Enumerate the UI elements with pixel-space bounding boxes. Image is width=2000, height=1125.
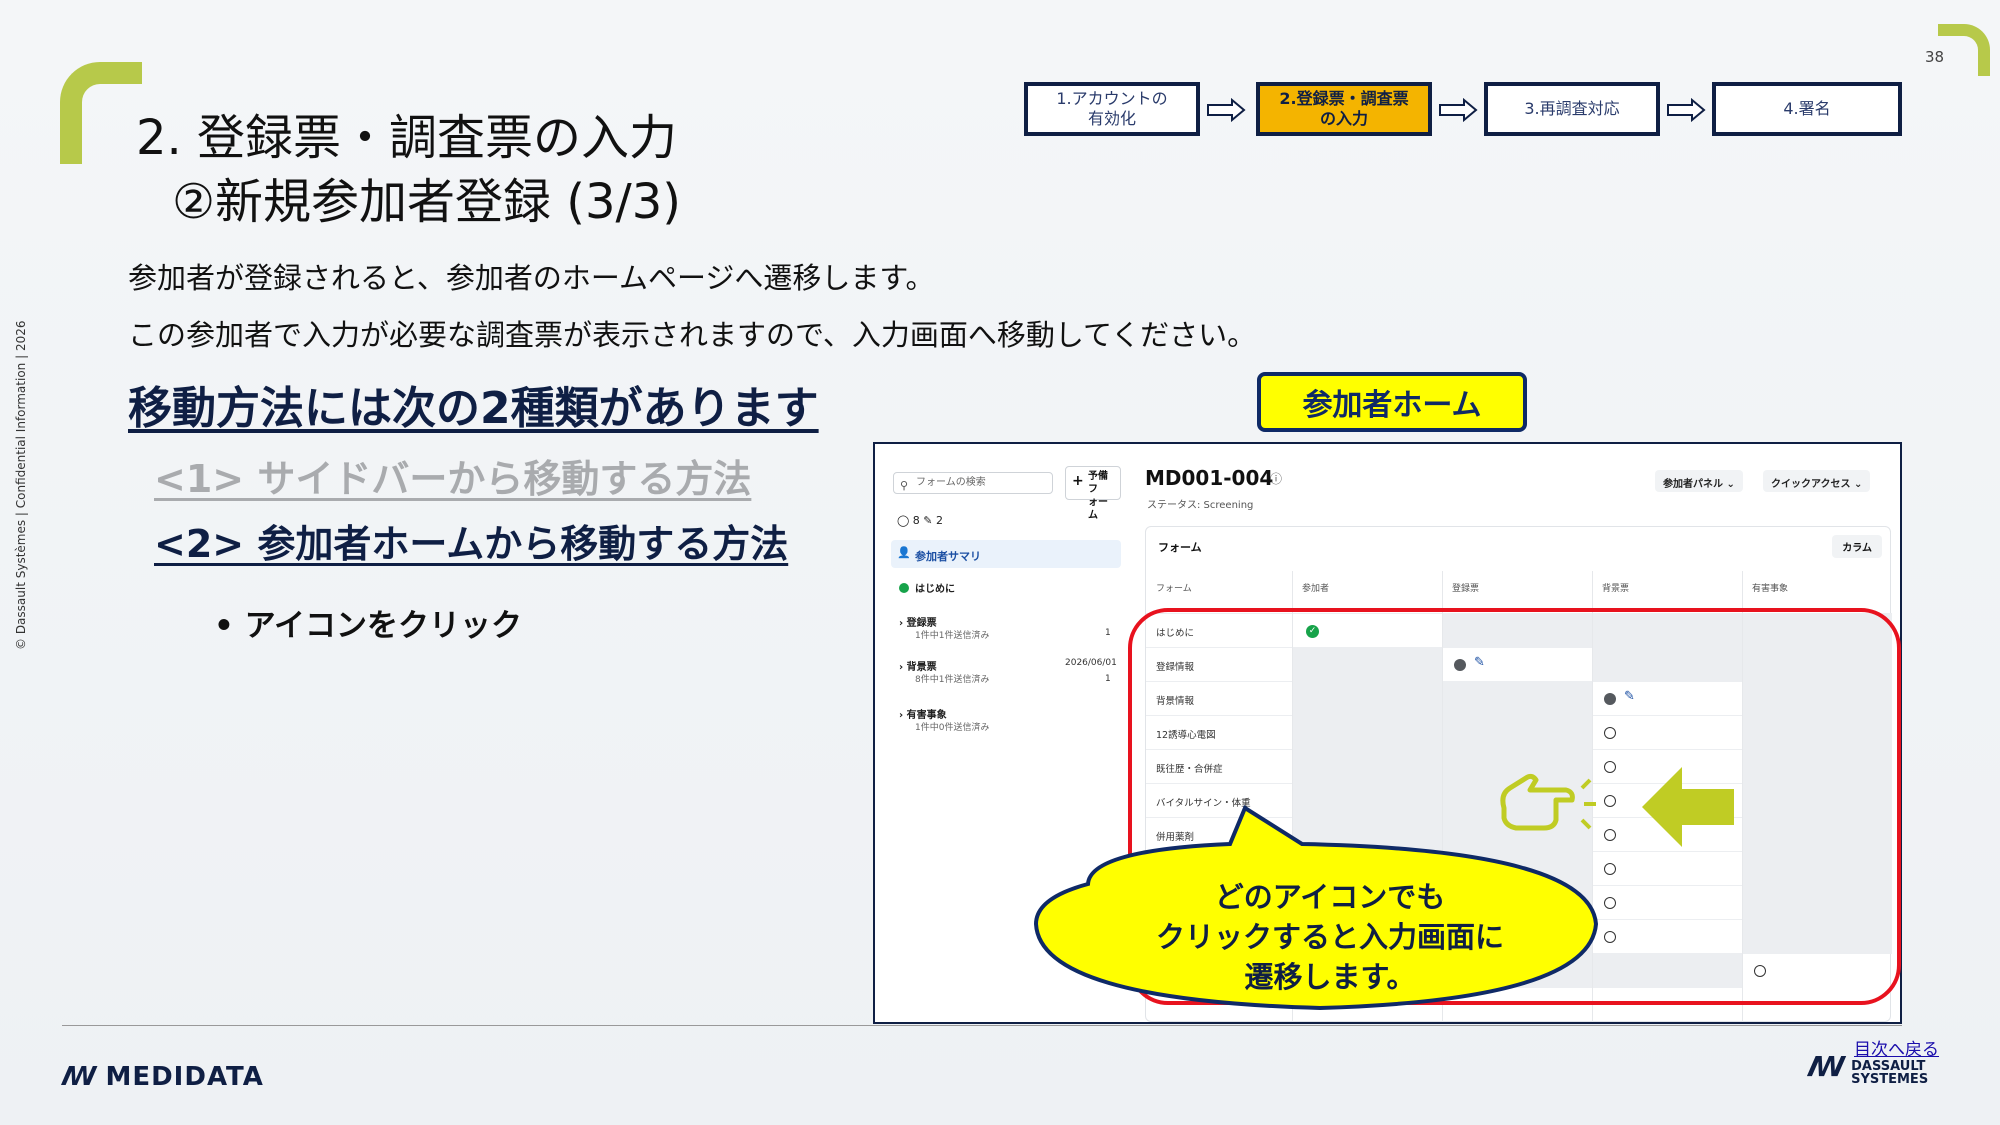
- participant-panel-button[interactable]: 参加者パネル ⌄: [1655, 470, 1743, 492]
- column-header: 参加者: [1302, 584, 1330, 594]
- search-icon: ⚲: [900, 479, 909, 492]
- sidebar-item-registration[interactable]: › 登録票: [899, 614, 937, 629]
- column-header: フォーム: [1156, 584, 1192, 594]
- column-header: 有害事象: [1752, 584, 1789, 594]
- ds-logo-icon: ꟿ: [62, 1062, 98, 1092]
- medidata-logo: ꟿ MEDIDATA: [62, 1062, 264, 1092]
- callout-text: どのアイコンでも クリックすると入力画面に 遷移します。: [1155, 880, 1504, 994]
- search-placeholder: フォームの検索: [916, 477, 986, 488]
- page-subtitle: ②新規参加者登録 (3/3): [172, 174, 681, 230]
- arrow-right-icon: [1667, 98, 1706, 122]
- ds-logo-icon: ꟿ: [1808, 1050, 1846, 1083]
- panel-title: フォーム: [1158, 541, 1202, 554]
- preliminary-form-button[interactable]: + 予備フ ォーム: [1065, 466, 1121, 521]
- logo-text: DASSAULT SYSTEMES: [1851, 1059, 1929, 1087]
- sidebar-item-subtext: 1件中1件送信済み: [915, 631, 990, 641]
- sidebar-item-subtext: 8件中1件送信済み: [915, 675, 990, 685]
- bullet-click-icon: • アイコンをクリック: [214, 608, 523, 644]
- sidebar-item-summary[interactable]: 👤 参加者サマリ: [891, 540, 1121, 568]
- method-2-link[interactable]: <2> 参加者ホームから移動する方法: [154, 513, 788, 568]
- page-title: 2. 登録票・調査票の入力: [136, 110, 678, 166]
- subject-id: MD001-004: [1145, 466, 1274, 490]
- body-text-1: 参加者が登録されると、参加者のホームページへ遷移します。: [128, 261, 935, 295]
- status-counts: ◯ 8 ✎ 2: [897, 514, 944, 527]
- sidebar-item-count: 1: [1105, 628, 1111, 638]
- method-1-link[interactable]: <1> サイドバーから移動する方法: [154, 448, 751, 503]
- footer-divider: [62, 1025, 1902, 1026]
- sidebar-item-intro[interactable]: はじめに: [899, 580, 955, 595]
- plus-icon: +: [1072, 473, 1084, 489]
- check-icon: [899, 583, 909, 593]
- sidebar-item-label: 参加者サマリ: [915, 550, 981, 563]
- sidebar-item-subtext: 1件中0件送信済み: [915, 723, 990, 733]
- sidebar-item-count: 1: [1105, 674, 1111, 684]
- info-icon: ⓘ: [1270, 472, 1283, 486]
- step-2-active: 2.登録票・調査票 の入力: [1256, 82, 1432, 136]
- sidebar-item-background[interactable]: › 背景票: [899, 658, 937, 673]
- sidebar-item-adverse-events[interactable]: › 有害事象: [899, 706, 947, 721]
- user-icon: 👤: [897, 546, 911, 559]
- corner-decoration: [1938, 24, 1990, 76]
- column-header: 登録票: [1452, 584, 1480, 594]
- participant-home-label: 参加者ホーム: [1257, 372, 1527, 432]
- step-1: 1.アカウントの 有効化: [1024, 82, 1200, 136]
- step-4: 4.署名: [1712, 82, 1902, 136]
- toc-back-link[interactable]: 目次へ戻る: [1854, 1035, 1939, 1060]
- preliminary-form-label: 予備フ ォーム: [1088, 471, 1108, 521]
- confidential-note: © Dassault Systèmes | Confidential Infor…: [14, 320, 28, 650]
- quick-access-button[interactable]: クイックアクセス ⌄: [1763, 470, 1871, 492]
- logo-text: MEDIDATA: [105, 1062, 264, 1092]
- step-3: 3.再調査対応: [1484, 82, 1660, 136]
- sidebar-item-date: 2026/06/01: [1065, 658, 1117, 668]
- page-number: 38: [1925, 48, 1945, 66]
- column-header: 背景票: [1602, 584, 1630, 594]
- arrow-right-icon: [1439, 98, 1478, 122]
- methods-heading: 移動方法には次の2種類があります: [128, 383, 819, 434]
- body-text-2: この参加者で入力が必要な調査票が表示されますので、入力画面へ移動してください。: [128, 318, 1257, 352]
- arrow-right-icon: [1207, 98, 1246, 122]
- sidebar-item-label: はじめに: [915, 584, 955, 595]
- dassault-logo: ꟿ DASSAULT SYSTEMES: [1808, 1050, 1929, 1087]
- form-search-input[interactable]: ⚲ フォームの検索: [893, 472, 1053, 494]
- subject-status: ステータス: Screening: [1147, 500, 1254, 511]
- column-button[interactable]: カラム: [1832, 535, 1882, 558]
- arrow-left-icon: [1642, 767, 1734, 847]
- corner-decoration: [60, 62, 142, 164]
